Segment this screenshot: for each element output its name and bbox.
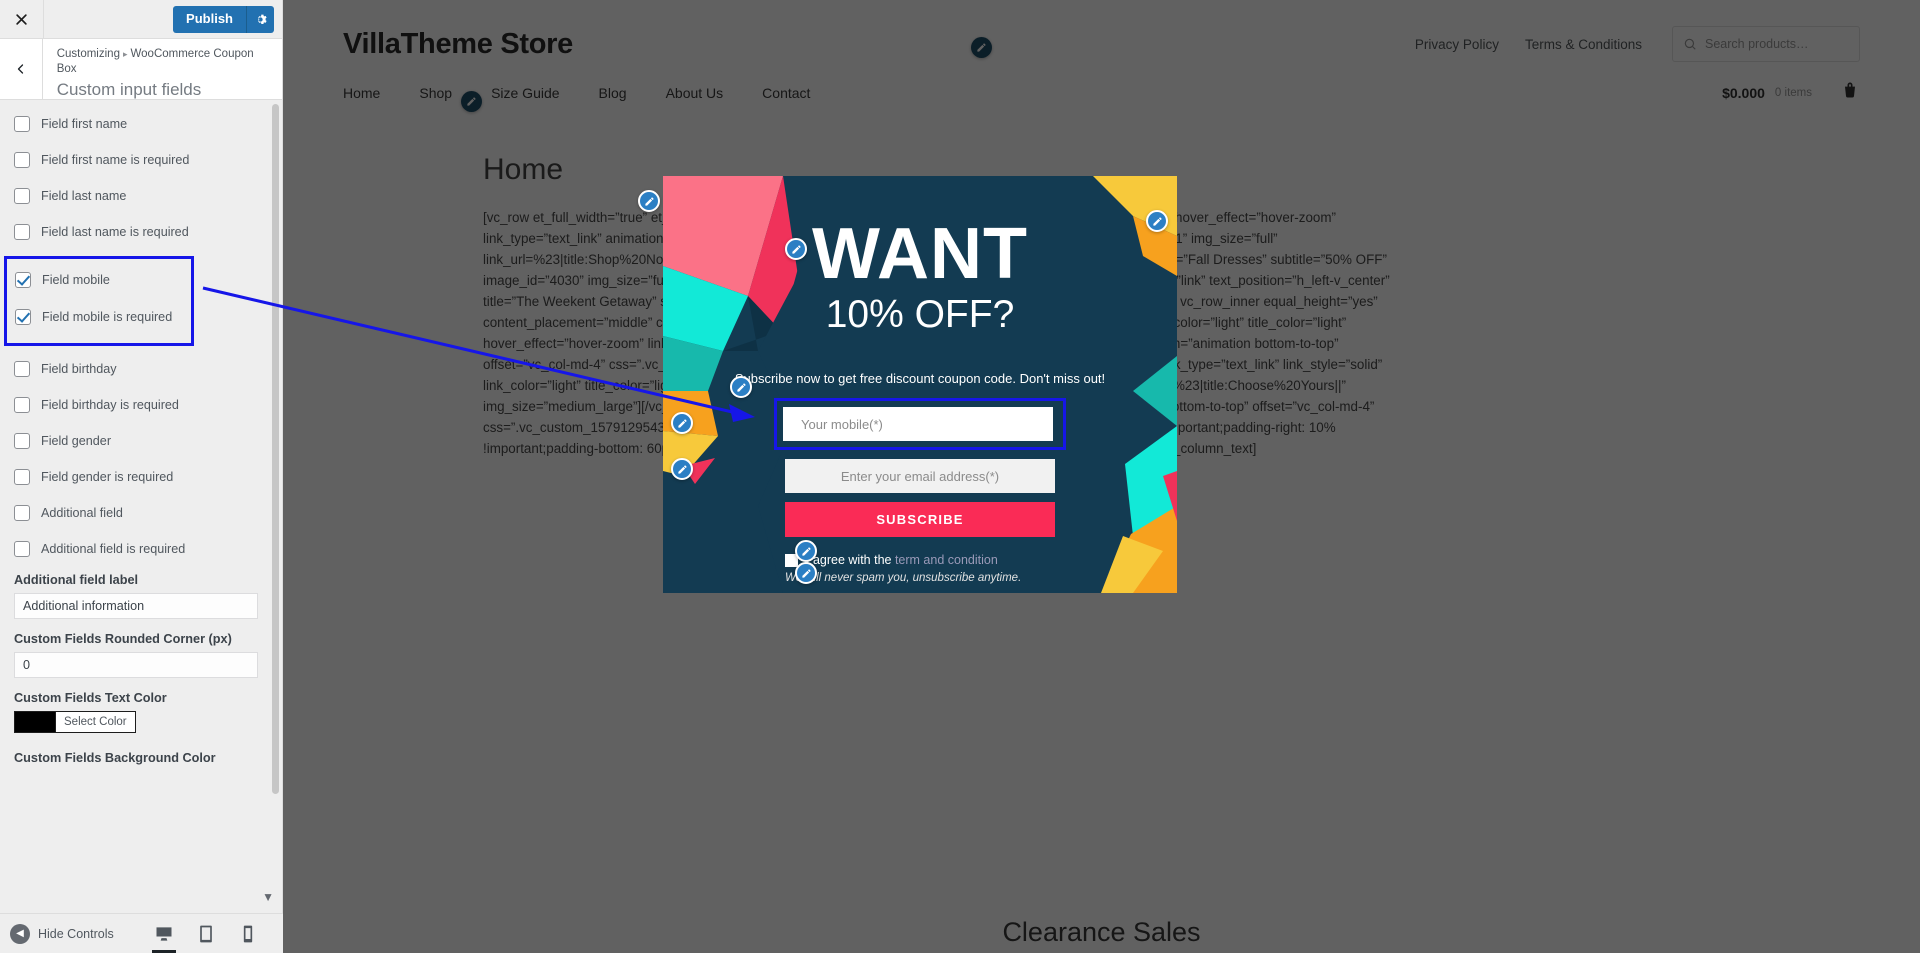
text-color-title: Custom Fields Text Color bbox=[14, 691, 167, 705]
checkbox[interactable] bbox=[14, 541, 30, 557]
mobile-fields-highlight-group: Field mobile Field mobile is required bbox=[4, 256, 194, 346]
edit-agree-pencil-icon[interactable] bbox=[795, 540, 817, 562]
mobile-input[interactable]: Your mobile(*) bbox=[783, 407, 1053, 441]
control-label: Field gender bbox=[41, 433, 112, 448]
control-field-gender-required[interactable]: Field gender is required bbox=[14, 465, 268, 489]
breadcrumb: Customizing ▸ WooCommerce Coupon Box bbox=[57, 47, 270, 77]
control-label: Field mobile is required bbox=[42, 309, 173, 324]
popup-headline: WANT bbox=[812, 214, 1028, 294]
checkbox[interactable] bbox=[14, 505, 30, 521]
control-label: Field first name bbox=[41, 116, 128, 131]
desktop-preview-button[interactable] bbox=[151, 919, 176, 953]
panel-back-button[interactable] bbox=[0, 39, 43, 99]
checkbox[interactable] bbox=[15, 272, 31, 288]
edit-email-field-pencil-icon[interactable] bbox=[671, 458, 693, 480]
desktop-icon bbox=[156, 926, 172, 941]
tablet-icon bbox=[199, 925, 212, 942]
customizer-controls-scroll: Field first name Field first name is req… bbox=[0, 112, 282, 765]
checkbox[interactable] bbox=[15, 309, 31, 325]
control-field-gender[interactable]: Field gender bbox=[14, 429, 268, 453]
breadcrumb-root[interactable]: Customizing bbox=[57, 48, 120, 60]
rounded-corner-title: Custom Fields Rounded Corner (px) bbox=[14, 632, 232, 646]
edit-popup-pencil-icon-1[interactable] bbox=[638, 190, 660, 212]
edit-description-pencil-icon[interactable] bbox=[730, 376, 752, 398]
publish-settings-button[interactable] bbox=[246, 6, 274, 33]
popup-subheadline: 10% OFF? bbox=[825, 293, 1015, 336]
control-field-first-name-required[interactable]: Field first name is required bbox=[14, 148, 268, 172]
control-field-first-name[interactable]: Field first name bbox=[14, 112, 268, 136]
agree-label: I agree with the term and condition bbox=[806, 553, 998, 567]
control-label: Field gender is required bbox=[41, 469, 174, 484]
email-input[interactable]: Enter your email address(*) bbox=[785, 459, 1055, 493]
customizer-controls-body: Field first name Field first name is req… bbox=[0, 100, 282, 913]
panel-title: Custom input fields bbox=[56, 80, 202, 99]
checkbox[interactable] bbox=[14, 188, 30, 204]
control-field-mobile[interactable]: Field mobile bbox=[15, 268, 183, 292]
collapse-arrow-icon: ◀ bbox=[10, 923, 30, 944]
control-field-birthday-required[interactable]: Field birthday is required bbox=[14, 393, 268, 417]
control-additional-field[interactable]: Additional field bbox=[14, 501, 268, 525]
checkbox[interactable] bbox=[14, 433, 30, 449]
control-field-last-name[interactable]: Field last name bbox=[14, 184, 268, 208]
breadcrumb-separator-icon: ▸ bbox=[122, 49, 128, 59]
checkbox[interactable] bbox=[14, 116, 30, 132]
device-preview-buttons bbox=[151, 919, 260, 953]
hide-controls-label: Hide Controls bbox=[38, 926, 114, 941]
additional-field-label-title: Additional field label bbox=[14, 573, 139, 587]
spam-disclaimer: We will never spam you, unsubscribe anyt… bbox=[785, 572, 1022, 584]
popup-description: Subscribe now to get free discount coupo… bbox=[734, 371, 1106, 386]
panel-titles: Customizing ▸ WooCommerce Coupon Box Custo… bbox=[43, 39, 282, 99]
close-icon bbox=[16, 13, 27, 25]
control-label: Field mobile bbox=[42, 272, 110, 287]
edit-popup-pencil-icon-2[interactable] bbox=[1146, 210, 1168, 232]
tablet-preview-button[interactable] bbox=[194, 919, 218, 949]
agree-row: I agree with the term and condition bbox=[785, 553, 1055, 567]
rounded-corner-input[interactable]: 0 bbox=[14, 652, 258, 678]
control-label: Additional field is required bbox=[41, 541, 186, 556]
customizer-footer: ◀ Hide Controls bbox=[0, 913, 283, 953]
publish-button[interactable]: Publish bbox=[173, 6, 246, 33]
control-label: Field last name is required bbox=[41, 224, 189, 239]
terms-link[interactable]: term and condition bbox=[895, 553, 998, 567]
checkbox[interactable] bbox=[14, 397, 30, 413]
control-field-last-name-required[interactable]: Field last name is required bbox=[14, 220, 268, 244]
mobile-field-highlight: Your mobile(*) bbox=[774, 398, 1066, 450]
mobile-icon bbox=[243, 925, 252, 942]
select-color-button[interactable]: Select Color bbox=[55, 712, 135, 732]
publish-group: Publish bbox=[173, 6, 274, 33]
control-field-birthday[interactable]: Field birthday bbox=[14, 357, 268, 381]
control-label: Field last name bbox=[41, 188, 127, 203]
control-label: Field birthday is required bbox=[41, 397, 179, 412]
additional-field-label-input[interactable]: Additional information bbox=[14, 593, 258, 619]
mobile-preview-button[interactable] bbox=[236, 919, 260, 949]
edit-spam-text-pencil-icon[interactable] bbox=[795, 562, 817, 584]
edit-headline-pencil-icon[interactable] bbox=[785, 238, 807, 260]
color-swatch bbox=[15, 712, 55, 732]
checkbox[interactable] bbox=[14, 361, 30, 377]
background-color-title: Custom Fields Background Color bbox=[14, 751, 216, 765]
customizer-topbar: Publish bbox=[0, 0, 282, 39]
text-color-picker[interactable]: Select Color bbox=[14, 711, 136, 733]
checkbox[interactable] bbox=[14, 224, 30, 240]
chevron-left-icon bbox=[17, 64, 23, 74]
control-field-mobile-required[interactable]: Field mobile is required bbox=[15, 305, 183, 329]
chevron-down-icon[interactable]: ▼ bbox=[262, 890, 274, 904]
gear-icon bbox=[258, 14, 267, 25]
control-label: Field first name is required bbox=[41, 152, 190, 167]
checkbox[interactable] bbox=[14, 152, 30, 168]
customizer-close-button[interactable] bbox=[0, 0, 44, 38]
subscribe-button[interactable]: SUBSCRIBE bbox=[785, 502, 1055, 537]
edit-mobile-field-pencil-icon[interactable] bbox=[671, 412, 693, 434]
site-content: VillaTheme Store Privacy Policy Terms & … bbox=[283, 0, 1920, 953]
customizer-sidebar: Publish Customizing ▸ WooCommerce Coupon B… bbox=[0, 0, 283, 953]
hide-controls-button[interactable]: ◀ Hide Controls bbox=[0, 923, 114, 944]
checkbox[interactable] bbox=[14, 469, 30, 485]
customizer-scrollbar[interactable] bbox=[272, 104, 279, 794]
control-label: Additional field bbox=[41, 505, 123, 520]
customizer-preview-frame: VillaTheme Store Privacy Policy Terms & … bbox=[283, 0, 1920, 953]
customizer-panel-header: Customizing ▸ WooCommerce Coupon Box Custo… bbox=[0, 39, 282, 100]
control-label: Field birthday bbox=[41, 361, 117, 376]
control-additional-field-required[interactable]: Additional field is required bbox=[14, 537, 268, 561]
